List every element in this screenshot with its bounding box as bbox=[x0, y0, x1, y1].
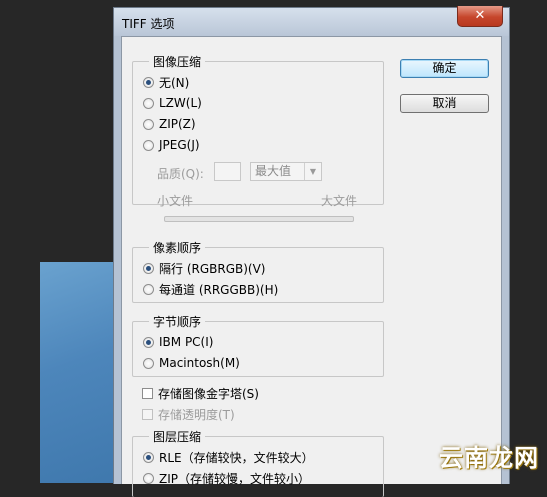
close-button[interactable]: ✕ bbox=[457, 6, 503, 27]
save-pyramid-checkbox[interactable]: 存储图像金字塔(S) bbox=[142, 385, 259, 401]
small-file-label: 小文件 bbox=[157, 194, 194, 208]
pixel-order-label: 像素顺序 bbox=[149, 239, 206, 256]
quality-slider[interactable] bbox=[164, 216, 354, 222]
radio-icon[interactable] bbox=[143, 76, 154, 88]
radio-icon[interactable] bbox=[143, 451, 154, 463]
chevron-down-icon[interactable]: ▼ bbox=[304, 163, 321, 180]
watermark-logo: 云南龙网 bbox=[439, 444, 539, 472]
layer-compression-label: 图层压缩 bbox=[149, 428, 206, 445]
radio-icon[interactable] bbox=[143, 139, 154, 151]
compression-none-option[interactable]: 无(N) bbox=[143, 74, 189, 90]
tiff-options-dialog: TIFF 选项 ✕ 图像压缩 无(N) LZW(L) ZIP(Z) JPEG(J… bbox=[113, 6, 510, 497]
pixel-order-group: 像素顺序 隔行 (RGBRGB)(V) 每通道 (RRGGBB)(H) bbox=[132, 239, 384, 303]
layer-compression-group: 图层压缩 RLE（存储较快，文件较大） ZIP（存储较慢，文件较小） bbox=[132, 428, 384, 497]
large-file-label: 大文件 bbox=[321, 194, 358, 208]
image-compression-group: 图像压缩 无(N) LZW(L) ZIP(Z) JPEG(J) 品质(Q): 最… bbox=[132, 53, 384, 208]
radio-icon[interactable] bbox=[143, 357, 154, 369]
compression-zip-option[interactable]: ZIP(Z) bbox=[143, 116, 196, 132]
image-compression-label: 图像压缩 bbox=[149, 53, 206, 70]
save-transparency-checkbox[interactable]: 存储透明度(T) bbox=[142, 406, 235, 422]
cancel-button[interactable]: 取消 bbox=[400, 94, 489, 113]
quality-label: 品质(Q): bbox=[157, 167, 204, 181]
byte-order-mac-option[interactable]: Macintosh(M) bbox=[143, 355, 240, 371]
ok-button[interactable]: 确定 bbox=[400, 59, 489, 78]
radio-icon[interactable] bbox=[143, 262, 154, 274]
compression-lzw-option[interactable]: LZW(L) bbox=[143, 95, 202, 111]
radio-icon[interactable] bbox=[143, 336, 154, 348]
radio-icon[interactable] bbox=[143, 97, 154, 109]
layer-compression-zip-option[interactable]: ZIP（存储较慢，文件较小） bbox=[143, 470, 310, 486]
dialog-body: 图像压缩 无(N) LZW(L) ZIP(Z) JPEG(J) 品质(Q): 最… bbox=[121, 36, 502, 497]
canvas-image bbox=[40, 262, 120, 483]
radio-icon[interactable] bbox=[143, 118, 154, 130]
byte-order-ibm-option[interactable]: IBM PC(I) bbox=[143, 334, 213, 350]
title-bar[interactable]: TIFF 选项 ✕ bbox=[114, 6, 509, 36]
byte-order-group: 字节顺序 IBM PC(I) Macintosh(M) bbox=[132, 313, 384, 377]
pixel-order-per-channel-option[interactable]: 每通道 (RRGGBB)(H) bbox=[143, 281, 278, 297]
checkbox-icon[interactable] bbox=[142, 408, 153, 420]
byte-order-label: 字节顺序 bbox=[149, 313, 206, 330]
checkbox-icon[interactable] bbox=[142, 387, 153, 399]
quality-select[interactable]: 最大值 ▼ bbox=[250, 162, 322, 181]
compression-jpeg-option[interactable]: JPEG(J) bbox=[143, 137, 200, 153]
pixel-order-interleaved-option[interactable]: 隔行 (RGBRGB)(V) bbox=[143, 260, 266, 276]
dialog-title: TIFF 选项 bbox=[122, 17, 175, 31]
radio-icon[interactable] bbox=[143, 472, 154, 484]
layer-compression-rle-option[interactable]: RLE（存储较快，文件较大） bbox=[143, 449, 314, 465]
radio-icon[interactable] bbox=[143, 283, 154, 295]
quality-input[interactable] bbox=[214, 162, 241, 181]
